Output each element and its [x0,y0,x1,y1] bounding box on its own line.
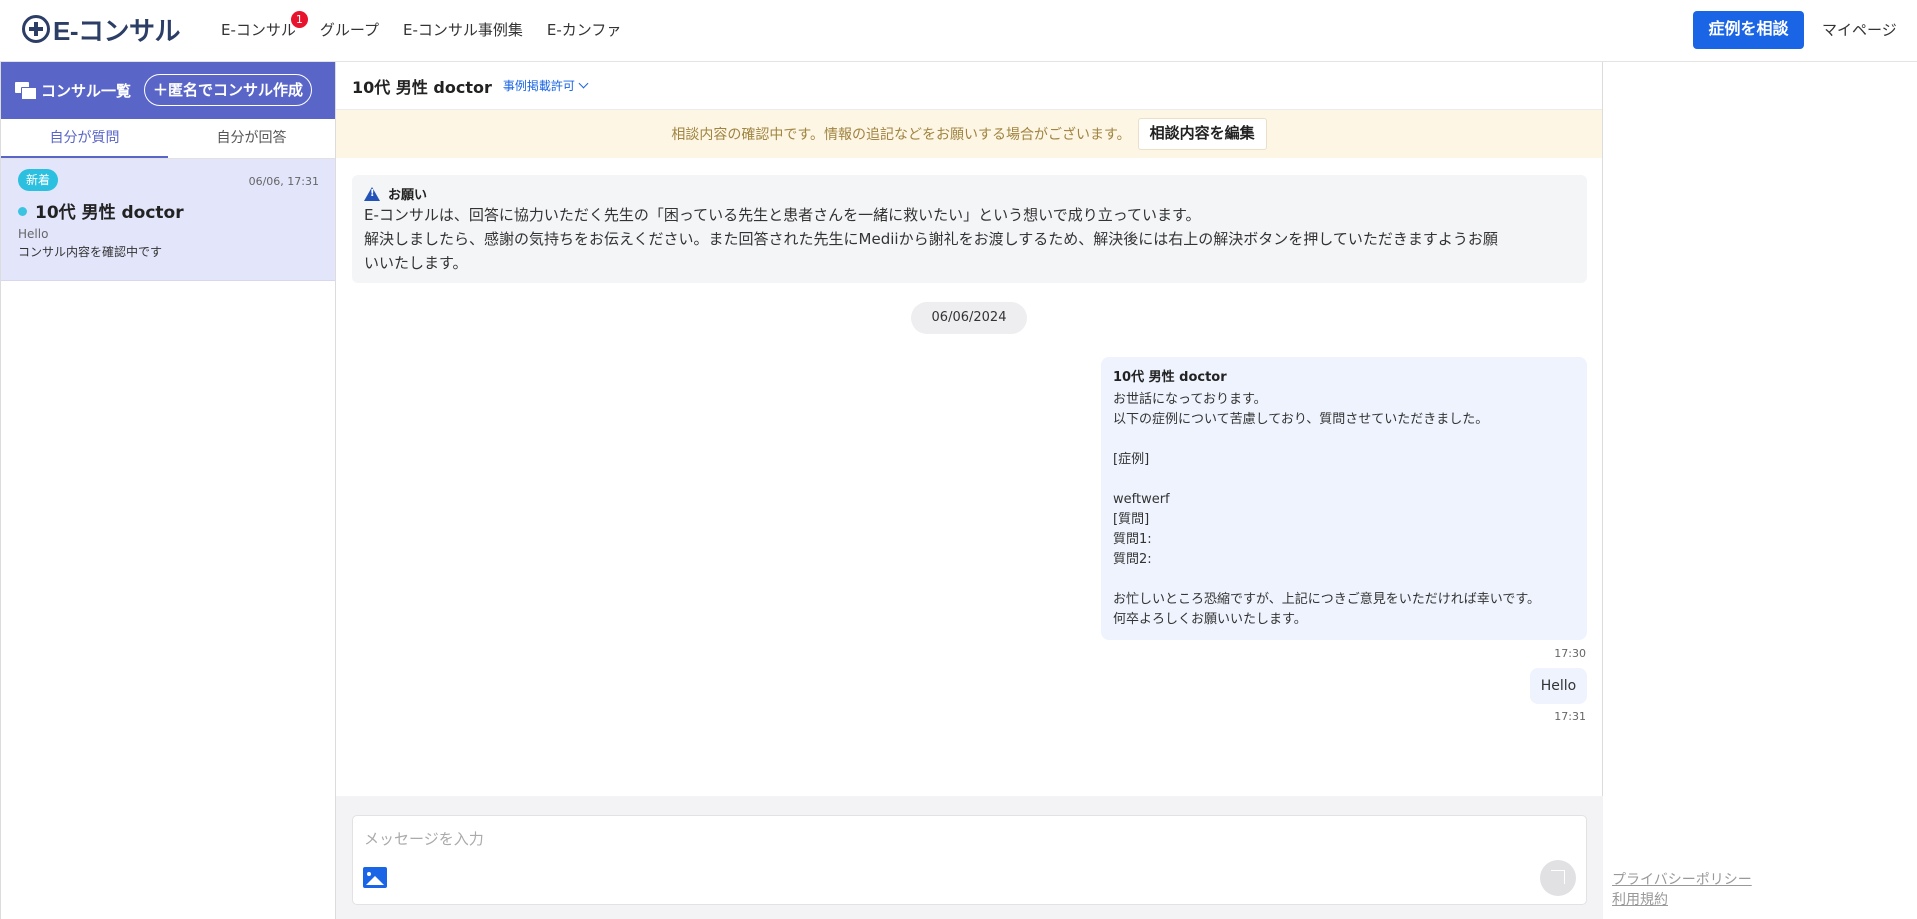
review-notice-text: 相談内容の確認中です。情報の追記などをお願いする場合がございます。 [671,127,1131,143]
unread-dot-icon [18,207,27,216]
tab-my-answers[interactable]: 自分が回答 [168,119,335,158]
chevron-down-icon [578,78,589,89]
sidebar-tabs: 自分が質問 自分が回答 [1,119,335,159]
message-input-box[interactable]: メッセージを入力 [352,815,1587,905]
request-title-text: お願い [388,188,428,203]
message-line: [症例] [1113,452,1150,467]
message-line: weftwerf [1113,492,1170,507]
permission-label: 事例掲載許可 [502,79,575,93]
nav-econsult[interactable]: E-コンサル 1 [221,10,308,40]
message-line: 以下の症例について苦慮しており、質問させていただきました。 [1113,412,1489,427]
sidebar-title: コンサル一覧 [41,82,132,100]
message-time: 17:31 [1554,710,1586,723]
thread-title: 10代 男性 doctor [35,203,184,223]
terms-link[interactable]: 利用規約 [1612,890,1752,910]
sidebar-header: コンサル一覧 ＋匿名でコンサル作成 [1,62,335,119]
review-notice-bar: 相談内容の確認中です。情報の追記などをお願いする場合がございます。 相談内容を編… [336,110,1602,158]
consult-sidebar: コンサル一覧 ＋匿名でコンサル作成 自分が質問 自分が回答 新着 06/06, … [0,62,336,919]
warning-icon [364,186,380,201]
message-line: お世話になっております。 [1113,392,1267,407]
message-line: [質問] [1113,512,1150,527]
nav-econference[interactable]: E-カンファ [547,19,621,40]
mypage-link[interactable]: マイページ [1822,19,1897,40]
message-line [1113,570,1575,590]
privacy-policy-link[interactable]: プライバシーポリシー [1612,870,1752,890]
new-badge: 新着 [18,169,58,191]
chat-panel: 10代 男性 doctor 事例掲載許可 相談内容の確認中です。情報の追記などを… [336,62,1603,919]
message-time: 17:30 [1554,647,1586,660]
edit-consult-button[interactable]: 相談内容を編集 [1137,118,1267,150]
message-line: お忙しいところ恐縮ですが、上記につきご意見をいただければ幸いです。 [1113,592,1541,607]
message-bubble: 10代 男性 doctor お世話になっております。 以下の症例について苦慮して… [1101,357,1587,640]
main-nav: E-コンサル 1 グループ E-コンサル事例集 E-カンファ [221,0,621,58]
chat-title: 10代 男性 doctor [352,77,492,97]
thread-item[interactable]: 新着 06/06, 17:31 10代 男性 doctor Hello コンサル… [1,159,335,281]
logo-text: E-コンサル [53,15,181,46]
tab-my-questions[interactable]: 自分が質問 [1,119,168,158]
request-line: 解決しましたら、感謝の気持ちをお伝えください。また回答された先生にMediiから… [364,230,1498,248]
nav-case-studies[interactable]: E-コンサル事例集 [403,19,523,40]
request-notice-title: お願い [364,184,1575,203]
date-divider: 06/06/2024 [911,302,1027,334]
thread-last-message: Hello [18,227,49,241]
message-sender: 10代 男性 doctor [1113,370,1227,385]
message-composer: メッセージを入力 [336,796,1603,919]
send-button[interactable] [1540,860,1576,896]
top-header: E-コンサル E-コンサル 1 グループ E-コンサル事例集 E-カンファ 症例… [0,0,1917,62]
thread-status: コンサル内容を確認中です [18,245,163,259]
logo[interactable]: E-コンサル [22,14,181,46]
message-line: 質問1: [1113,532,1152,547]
thread-time: 06/06, 17:31 [248,175,319,188]
nav-group[interactable]: グループ [320,19,379,40]
logo-plus-icon [22,15,50,43]
message-line [1113,430,1575,450]
request-notice-box: お願い E-コンサルは、回答に協力いただく先生の「困っている先生と患者さんを一緒… [352,175,1587,283]
message-bubble: Hello [1530,668,1587,704]
chat-header: 10代 男性 doctor 事例掲載許可 [336,62,1602,110]
request-line: いいたします。 [364,254,468,272]
message-line: 何卒よろしくお願いいたします。 [1113,612,1307,627]
permission-dropdown[interactable]: 事例掲載許可 [502,77,589,94]
chat-list-icon [15,81,37,100]
message-line [1113,470,1575,490]
consult-case-button[interactable]: 症例を相談 [1693,11,1804,49]
nav-econsult-label: E-コンサル [221,20,296,39]
anonymous-consult-button[interactable]: ＋匿名でコンサル作成 [144,74,312,106]
message-input[interactable]: メッセージを入力 [364,828,484,849]
footer-links: プライバシーポリシー 利用規約 [1612,870,1752,910]
message-line: 質問2: [1113,552,1152,567]
notification-badge: 1 [290,10,308,28]
request-line: E-コンサルは、回答に協力いただく先生の「困っている先生と患者さんを一緒に救いた… [364,206,1201,224]
image-attach-icon[interactable] [363,867,387,888]
